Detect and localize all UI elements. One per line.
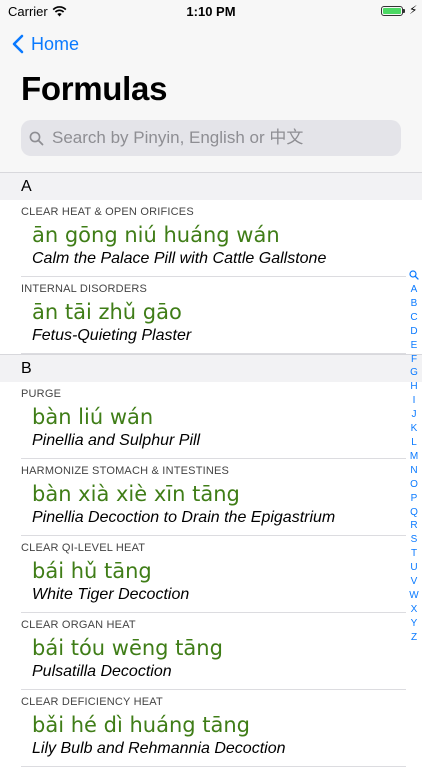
search-icon [29, 131, 44, 145]
formula-category: PURGE [21, 388, 62, 400]
index-letter[interactable]: U [410, 561, 417, 575]
index-letter[interactable]: E [411, 339, 418, 353]
formula-english-name: White Tiger Decoction [32, 586, 190, 603]
chevron-left-icon [12, 34, 24, 54]
formula-pinyin: bái hǔ tāng [32, 559, 152, 583]
index-letter[interactable]: A [411, 283, 418, 297]
battery-cap [403, 9, 405, 13]
index-letter[interactable]: G [410, 366, 418, 380]
section-header: B [0, 354, 422, 382]
search-bar[interactable] [21, 120, 401, 156]
index-search-icon[interactable] [409, 270, 419, 280]
status-bar: Carrier 1:10 PM ⚡︎ [0, 0, 422, 24]
formula-row[interactable]: CLEAR HEAT & OPEN ORIFICES ān gōng niú hu… [0, 200, 422, 277]
formula-english-name: Calm the Palace Pill with Cattle Gallsto… [32, 250, 327, 267]
formula-pinyin: bái tóu wēng tāng [32, 636, 223, 660]
index-letter[interactable]: Z [411, 631, 417, 645]
index-letter[interactable]: T [411, 547, 417, 561]
back-button-label: Home [31, 33, 80, 54]
index-letter[interactable]: B [411, 297, 418, 311]
formula-category: CLEAR QI-LEVEL HEAT [21, 542, 146, 554]
battery-level [383, 8, 401, 14]
formula-list[interactable]: A CLEAR HEAT & OPEN ORIFICES ān gōng niú h… [0, 172, 422, 767]
formula-row[interactable]: CLEAR DEFICIENCY HEAT bǎi hé dì huáng tān… [0, 690, 422, 767]
page-title: Formulas [21, 70, 168, 107]
formula-pinyin: bàn liú wán [32, 405, 154, 429]
back-button[interactable]: Home [10, 32, 79, 56]
index-letter[interactable]: W [409, 589, 418, 603]
index-letter[interactable]: N [410, 464, 417, 478]
formula-english-name: Lily Bulb and Rehmannia Decoction [32, 740, 286, 757]
section-index[interactable]: ABCDEFGHIJKLMNOPQRSTUVWXYZ [406, 270, 422, 645]
section-header: A [0, 172, 422, 200]
index-letter[interactable]: X [411, 603, 418, 617]
formula-category: CLEAR DEFICIENCY HEAT [21, 696, 163, 708]
index-letter[interactable]: H [410, 380, 417, 394]
status-time: 1:10 PM [186, 4, 236, 19]
formula-row[interactable]: CLEAR QI-LEVEL HEAT bái hǔ tāng White Tige… [0, 536, 422, 613]
charging-bolt-icon: ⚡︎ [409, 3, 418, 17]
row-divider [21, 353, 406, 354]
index-letter[interactable]: R [410, 519, 417, 533]
index-letter[interactable]: M [410, 450, 418, 464]
formula-row[interactable]: INTERNAL DISORDERS ān tāi zhǔ gāo Fetus-Qu… [0, 277, 422, 354]
formula-english-name: Pinellia and Sulphur Pill [32, 432, 201, 449]
index-letter[interactable]: P [411, 492, 418, 506]
formula-category: CLEAR HEAT & OPEN ORIFICES [21, 206, 194, 218]
formula-pinyin: bǎi hé dì huáng tāng [32, 713, 250, 737]
formula-row[interactable]: HARMONIZE STOMACH & INTESTINES bàn xià xi… [0, 459, 422, 536]
index-letter[interactable]: Y [411, 617, 418, 631]
index-letter[interactable]: S [411, 533, 418, 547]
index-letter[interactable]: D [410, 325, 417, 339]
formula-category: CLEAR ORGAN HEAT [21, 619, 136, 631]
index-letter[interactable]: L [411, 436, 417, 450]
index-letter[interactable]: J [412, 408, 417, 422]
index-letter[interactable]: F [411, 353, 417, 367]
formula-pinyin: ān tāi zhǔ gāo [32, 300, 182, 324]
index-letter[interactable]: I [413, 394, 416, 408]
formula-row[interactable]: CLEAR ORGAN HEAT bái tóu wēng tāng Pulsati… [0, 613, 422, 690]
formula-row[interactable]: PURGE bàn liú wán Pinellia and Sulphur Pil… [0, 382, 422, 459]
formula-category: HARMONIZE STOMACH & INTESTINES [21, 465, 230, 477]
index-letter[interactable]: K [411, 422, 418, 436]
navigation-bar: Home Formulas [0, 24, 422, 172]
formula-pinyin: ān gōng niú huáng wán [32, 223, 280, 247]
index-letter[interactable]: O [410, 478, 418, 492]
formula-category: INTERNAL DISORDERS [21, 283, 148, 295]
battery-icon [381, 6, 403, 16]
index-letter[interactable]: V [411, 575, 418, 589]
search-input[interactable] [50, 127, 394, 149]
formula-english-name: Pinellia Decoction to Drain the Epigastr… [32, 509, 336, 526]
index-letter[interactable]: C [410, 311, 417, 325]
formula-english-name: Pulsatilla Decoction [32, 663, 172, 680]
formula-pinyin: bàn xià xiè xīn tāng [32, 482, 240, 506]
formula-english-name: Fetus-Quieting Plaster [32, 327, 192, 344]
index-letter[interactable]: Q [410, 506, 418, 520]
